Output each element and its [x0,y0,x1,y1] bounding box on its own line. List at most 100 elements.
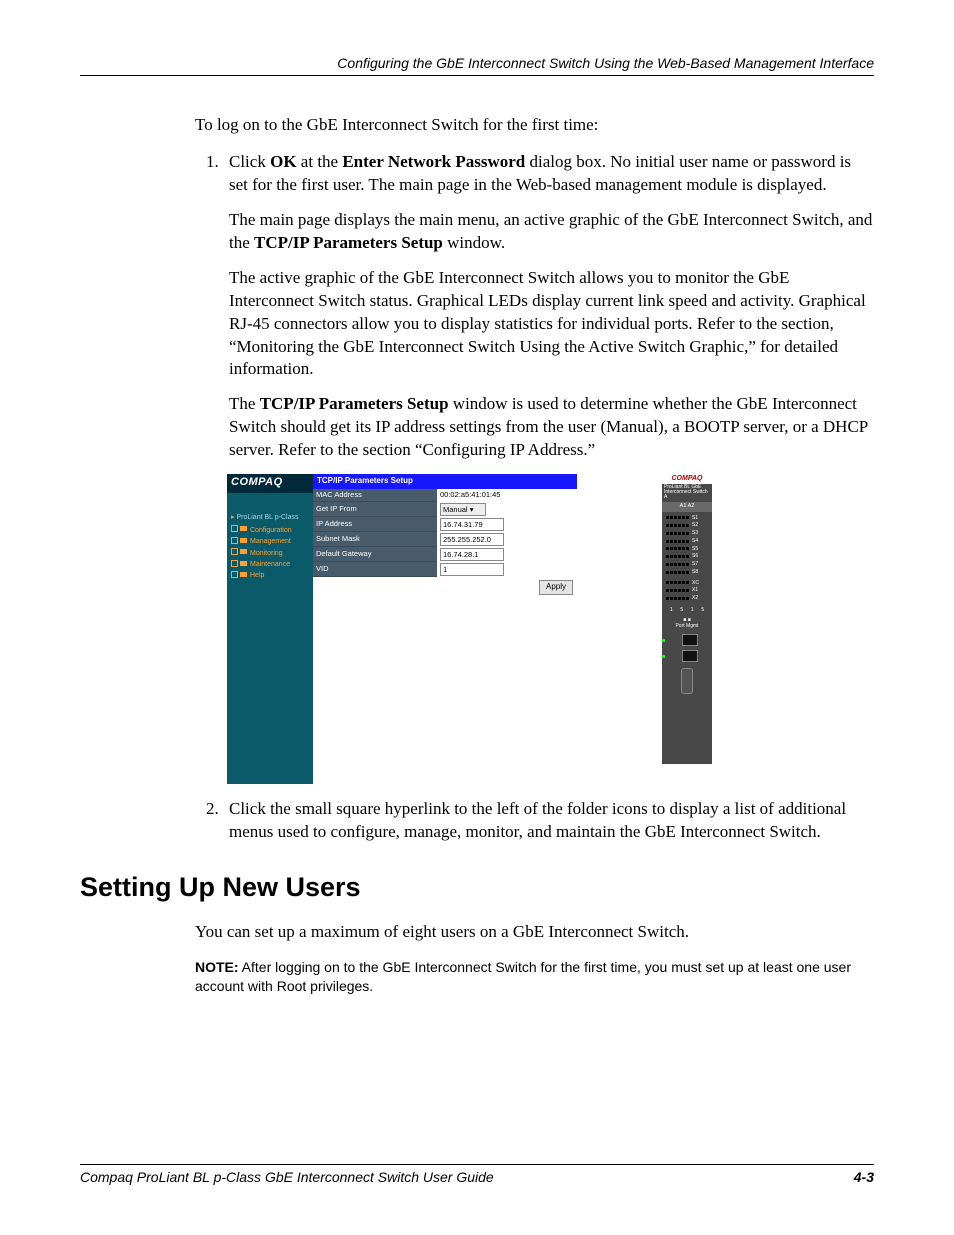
led-row: XC [666,580,708,587]
led-icon[interactable] [678,581,681,584]
input-subnet[interactable]: 255.255.252.0 [440,533,504,546]
led-icon[interactable] [674,571,677,574]
input-ip[interactable]: 16.74.31.79 [440,518,504,531]
tree-item-management[interactable]: Management [227,536,313,547]
led-icon[interactable] [666,524,669,527]
led-icon[interactable] [686,532,689,535]
led-icon[interactable] [666,540,669,543]
led-icon[interactable] [674,581,677,584]
expand-icon[interactable] [231,548,238,555]
led-icon[interactable] [682,589,685,592]
led-icon[interactable] [686,524,689,527]
tree-item-monitoring[interactable]: Monitoring [227,548,313,559]
expand-icon[interactable] [231,525,238,532]
led-icon[interactable] [674,563,677,566]
led-icon[interactable] [670,581,673,584]
led-icon[interactable] [686,563,689,566]
rj45-row [662,648,712,664]
led-icon[interactable] [666,547,669,550]
led-icon[interactable] [674,524,677,527]
led-icon[interactable] [678,524,681,527]
led-icon[interactable] [682,532,685,535]
led-icon[interactable] [686,589,689,592]
led-icon[interactable] [670,547,673,550]
expand-icon[interactable] [231,560,238,567]
input-vid[interactable]: 1 [440,563,504,576]
led-icon[interactable] [666,581,669,584]
led-icon[interactable] [674,589,677,592]
led-icon[interactable] [674,555,677,558]
led-icon[interactable] [670,516,673,519]
led-icon[interactable] [682,516,685,519]
folder-icon [240,572,247,577]
select-getip[interactable]: Manual ▾ [440,503,486,516]
led-icon[interactable] [670,532,673,535]
led-icon[interactable] [674,597,677,600]
tree-item-maintenance[interactable]: Maintenance [227,559,313,570]
led-icon[interactable] [678,589,681,592]
led-icon[interactable] [682,563,685,566]
led-icon[interactable] [666,516,669,519]
expand-icon[interactable] [231,537,238,544]
led-icon[interactable] [678,547,681,550]
port-num: S8 [692,569,698,576]
led-icon[interactable] [666,532,669,535]
led-icon[interactable] [674,547,677,550]
led-icon[interactable] [682,581,685,584]
led-icon[interactable] [674,532,677,535]
led-icon[interactable] [682,547,685,550]
led-icon[interactable] [670,524,673,527]
led-icon[interactable] [686,555,689,558]
port-num: S7 [692,561,698,568]
led-icon[interactable] [686,571,689,574]
led-icon[interactable] [674,540,677,543]
led-icon[interactable] [666,555,669,558]
led-icon[interactable] [686,597,689,600]
led-icon[interactable] [670,589,673,592]
led-icon[interactable] [678,555,681,558]
led-icon[interactable] [682,571,685,574]
led-icon[interactable] [682,555,685,558]
led-icon[interactable] [678,516,681,519]
led-icon[interactable] [670,571,673,574]
led-icon[interactable] [666,571,669,574]
led-icon[interactable] [678,563,681,566]
rj45-port-icon[interactable] [682,634,698,646]
tree-item-label: Monitoring [250,550,283,557]
tree-item-help[interactable]: Help [227,570,313,581]
input-gateway[interactable]: 16.74.28.1 [440,548,504,561]
led-icon[interactable] [686,581,689,584]
rj45-port-icon[interactable] [682,650,698,662]
led-icon[interactable] [674,516,677,519]
led-icon[interactable] [670,540,673,543]
led-icon[interactable] [678,540,681,543]
led-icon[interactable] [686,547,689,550]
switch-graphic[interactable]: COMPAQ ProLiant BL GbE Interconnect Swit… [662,474,712,764]
apply-button[interactable]: Apply [539,580,573,595]
tree-root[interactable]: ▸ ProLiant BL p-Class [227,493,313,524]
led-icon[interactable] [666,597,669,600]
serial-port-icon[interactable] [681,668,693,694]
tree-item-configuration[interactable]: Configuration [227,525,313,536]
led-icon[interactable] [678,571,681,574]
led-row: S4 [666,538,708,545]
tcpip-screenshot: COMPAQ ▸ ProLiant BL p-Class Configurati… [227,474,712,784]
led-icon[interactable] [682,524,685,527]
led-icon[interactable] [682,540,685,543]
led-icon[interactable] [678,532,681,535]
led-icon[interactable] [670,563,673,566]
led-icon[interactable] [686,516,689,519]
led-icon[interactable] [670,597,673,600]
led-row: S2 [666,522,708,529]
led-icon[interactable] [678,597,681,600]
led-icon[interactable] [686,540,689,543]
led-icon[interactable] [666,589,669,592]
note-label: NOTE: [195,959,239,975]
led-icon[interactable] [666,563,669,566]
folder-icon [240,549,247,554]
port-num: X2 [692,595,698,602]
led-icon[interactable] [682,597,685,600]
scale-tick: 1 [691,607,694,614]
expand-icon[interactable] [231,571,238,578]
led-icon[interactable] [670,555,673,558]
